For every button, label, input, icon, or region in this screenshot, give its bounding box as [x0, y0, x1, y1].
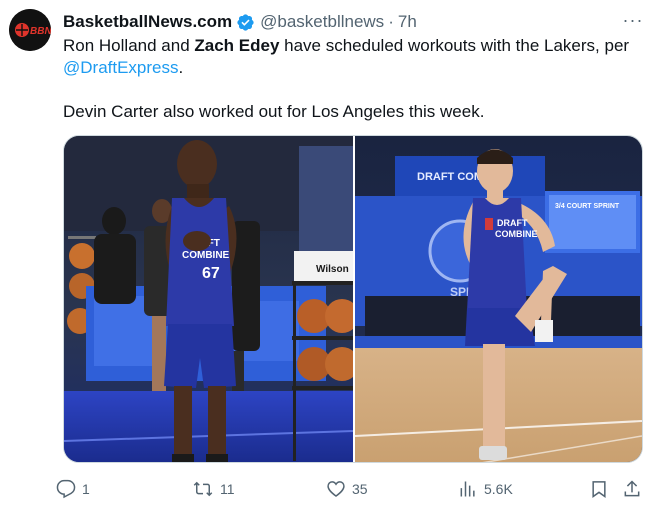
tweet-text-bold: Zach Edey — [194, 36, 280, 55]
tweet-line-1: Ron Holland and Zach Edey have scheduled… — [63, 35, 643, 57]
tweet-header: BasketballNews.com @basketbllnews · 7h — [63, 11, 635, 33]
author-handle[interactable]: @basketbllnews — [260, 12, 384, 32]
reply-icon — [56, 479, 76, 499]
reply-count: 1 — [82, 481, 90, 497]
tweet: BBN BasketballNews.com @basketbllnews · … — [0, 0, 659, 513]
like-button[interactable]: 35 — [326, 476, 368, 502]
more-options-icon[interactable]: ··· — [621, 10, 645, 30]
mention-link[interactable]: @DraftExpress — [63, 58, 179, 77]
left-jersey-mid: COMBINE — [182, 250, 230, 261]
retweet-button[interactable]: 11 — [192, 476, 235, 502]
rack-brand-text: Wilson — [316, 264, 349, 275]
right-jersey-mid: COMBINE — [495, 229, 538, 239]
photo-right[interactable]: DRAFT COMBINE SPEED 3/4 COURT SPRINT — [355, 136, 642, 462]
tweet-line-3: Devin Carter also worked out for Los Ang… — [63, 102, 485, 121]
separator-dot: · — [388, 12, 394, 31]
avatar[interactable]: BBN — [9, 9, 51, 51]
right-screen-text: 3/4 COURT SPRINT — [555, 203, 620, 210]
views-button[interactable]: 5.6K — [458, 476, 513, 502]
verified-badge-icon — [236, 13, 255, 32]
avatar-text: BBN — [30, 26, 51, 37]
timestamp[interactable]: 7h — [398, 12, 417, 32]
tweet-line-2: @DraftExpress. — [63, 57, 643, 79]
retweet-icon — [193, 481, 213, 497]
retweet-count: 11 — [220, 481, 235, 497]
tweet-text: Ron Holland and Zach Edey have scheduled… — [63, 35, 643, 123]
photo-left-image: Wilson DRAFT COMBINE 67 — [64, 136, 353, 462]
display-name[interactable]: BasketballNews.com — [63, 12, 232, 32]
media-grid: Wilson DRAFT COMBINE 67 — [63, 135, 643, 463]
photo-right-image: DRAFT COMBINE SPEED 3/4 COURT SPRINT — [355, 136, 642, 462]
reply-button[interactable]: 1 — [56, 476, 90, 502]
bbn-logo-icon: BBN — [9, 9, 51, 51]
like-count: 35 — [352, 481, 368, 497]
heart-icon — [327, 481, 345, 498]
views-count: 5.6K — [484, 481, 513, 497]
views-chart-icon — [460, 481, 475, 497]
tweet-text-segment: . — [178, 58, 184, 77]
action-bar: 1 11 35 5.6K — [56, 476, 647, 502]
right-jersey-top: DRAFT — [497, 218, 528, 228]
left-jersey-number: 67 — [202, 265, 220, 282]
photo-left[interactable]: Wilson DRAFT COMBINE 67 — [64, 136, 353, 462]
share-icon — [624, 480, 640, 497]
share-button[interactable] — [622, 476, 642, 502]
tweet-text-segment: Ron Holland and — [63, 36, 195, 55]
bookmark-icon — [592, 481, 606, 498]
bookmark-button[interactable] — [589, 476, 609, 502]
tweet-text-segment: have scheduled workouts with the Lakers,… — [279, 36, 630, 55]
